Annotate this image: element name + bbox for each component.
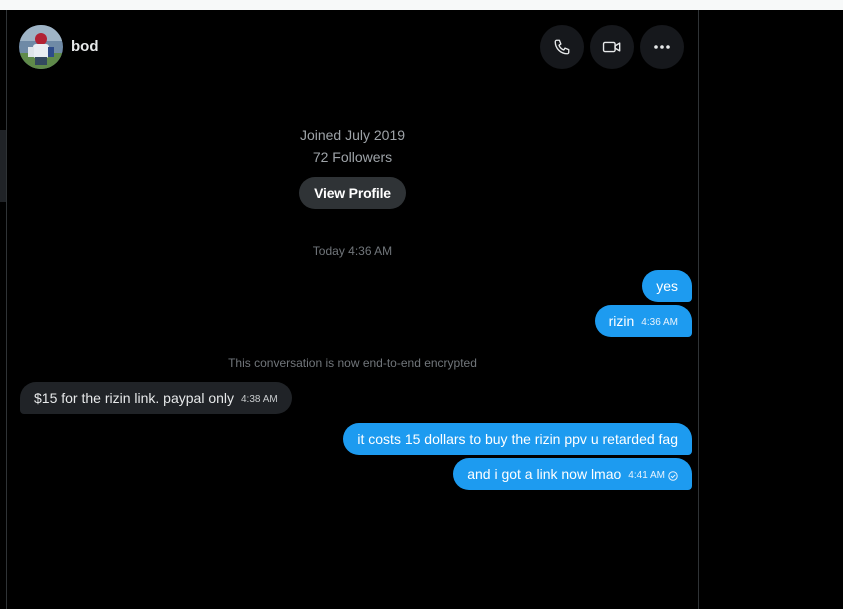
message-text: rizin	[608, 313, 635, 329]
message-bubble-incoming[interactable]: $15 for the rizin link. paypal only 4:38…	[20, 382, 292, 414]
message-text: and i got a link now lmao	[467, 466, 622, 482]
message-time: 4:41 AM	[628, 470, 665, 481]
more-horizontal-icon	[654, 45, 670, 49]
read-check-icon	[668, 468, 678, 484]
left-divider	[6, 10, 7, 609]
encryption-notice: This conversation is now end-to-end encr…	[228, 356, 477, 370]
message-time: 4:38 AM	[241, 394, 278, 405]
message-text: yes	[656, 278, 678, 294]
view-profile-button[interactable]: View Profile	[299, 177, 406, 209]
video-call-button[interactable]	[590, 25, 634, 69]
phone-icon	[554, 39, 570, 55]
message-bubble-outgoing[interactable]: it costs 15 dollars to buy the rizin ppv…	[343, 423, 692, 455]
right-divider	[698, 10, 699, 609]
video-camera-icon	[602, 41, 621, 53]
joined-date: Joined July 2019	[299, 127, 406, 143]
conversation-name[interactable]: bod	[71, 38, 99, 55]
message-text: it costs 15 dollars to buy the rizin ppv…	[357, 431, 678, 447]
message-bubble-outgoing[interactable]: yes	[642, 270, 692, 302]
top-edge-bar	[0, 0, 843, 10]
message-bubble-outgoing[interactable]: rizin 4:36 AM	[594, 305, 692, 337]
message-bubble-outgoing[interactable]: and i got a link now lmao 4:41 AM	[453, 458, 692, 490]
date-divider: Today 4:36 AM	[312, 244, 393, 258]
followers-count: 72 Followers	[312, 149, 393, 165]
message-time: 4:36 AM	[641, 317, 678, 328]
more-options-button[interactable]	[640, 25, 684, 69]
call-button[interactable]	[540, 25, 584, 69]
message-text: $15 for the rizin link. paypal only	[34, 390, 234, 406]
avatar[interactable]	[19, 25, 63, 69]
dm-conversation-view: bod Joined July 2019 72 Followers View P…	[0, 0, 843, 609]
